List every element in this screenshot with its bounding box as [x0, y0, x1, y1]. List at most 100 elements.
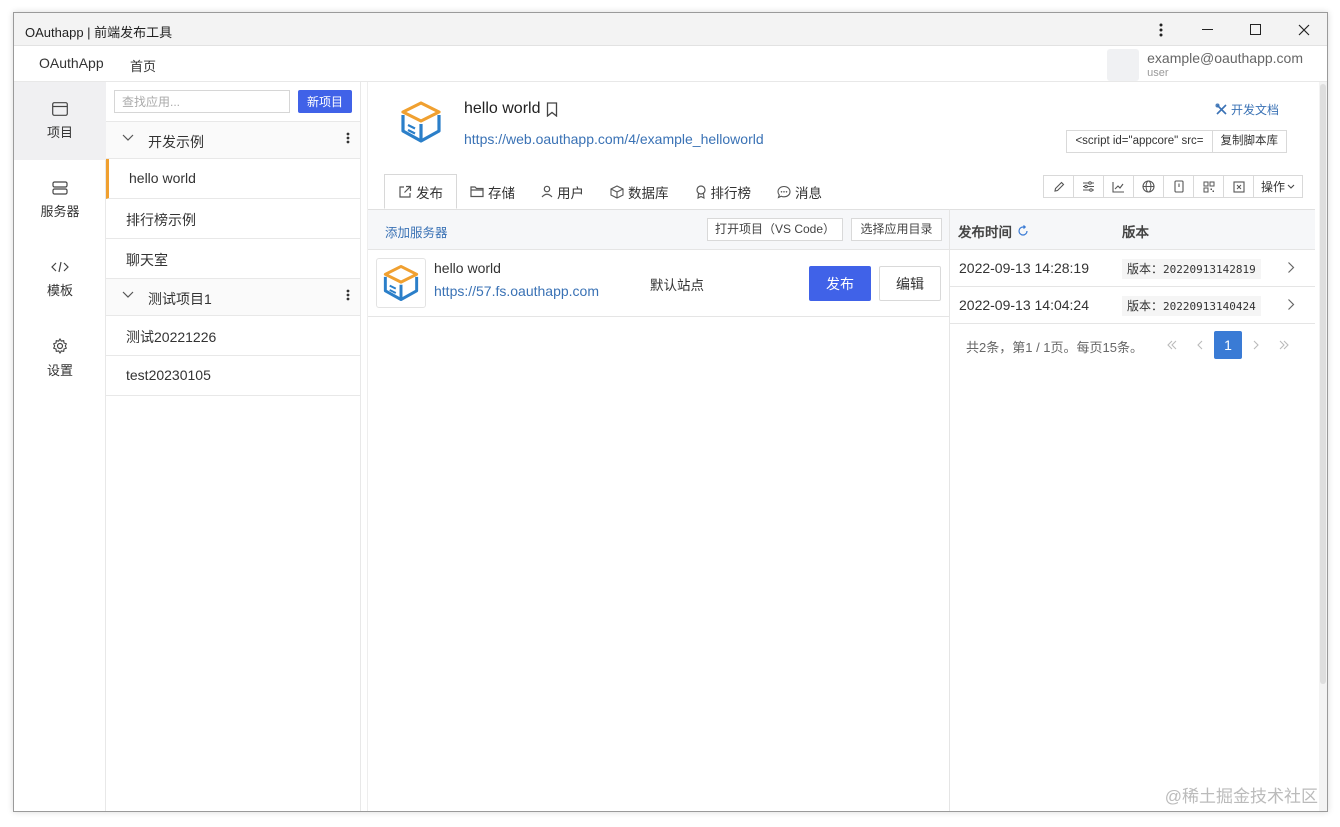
tab-messages-label: 消息 — [795, 185, 822, 201]
prev-page-icon[interactable] — [1186, 331, 1214, 359]
col-publish-time-label: 发布时间 — [958, 225, 1012, 240]
open-vscode-button[interactable]: 打开项目（VS Code） — [707, 218, 843, 241]
app-header: hello world https://web.oauthapp.com/4/e… — [368, 82, 1327, 174]
operations-dropdown[interactable]: 操作 — [1254, 176, 1302, 197]
scrollbar-thumb[interactable] — [1320, 84, 1326, 684]
edit-button[interactable]: 编辑 — [879, 266, 941, 301]
group-menu-icon[interactable] — [346, 131, 350, 148]
nav-projects-label: 项目 — [46, 124, 73, 140]
project-item-label: 测试20221226 — [126, 329, 217, 345]
mobile-icon[interactable] — [1164, 176, 1194, 197]
tab-users[interactable]: 用户 — [528, 174, 597, 209]
project-search-input[interactable] — [114, 90, 290, 113]
nav-servers[interactable]: 服务器 — [14, 161, 106, 239]
tab-storage[interactable]: 存储 — [457, 174, 528, 209]
tab-database[interactable]: 数据库 — [597, 174, 682, 209]
tab-publish[interactable]: 发布 — [384, 174, 457, 209]
box-logo-icon — [401, 101, 441, 143]
main-content: hello world https://web.oauthapp.com/4/e… — [367, 82, 1327, 811]
publish-button[interactable]: 发布 — [809, 266, 871, 301]
server-url-link[interactable]: https://57.fs.oauthapp.com — [434, 283, 599, 299]
avatar — [1107, 49, 1140, 81]
next-page-icon[interactable] — [1242, 331, 1270, 359]
table-row[interactable]: 2022-09-13 14:28:19 版本：20220913142819 — [950, 250, 1315, 287]
pagination-info: 共2条，第1 / 1页。每页15条。 — [966, 340, 1143, 355]
chevron-right-icon[interactable] — [1287, 261, 1295, 274]
line-chart-icon[interactable] — [1104, 176, 1134, 197]
first-page-icon[interactable] — [1158, 331, 1186, 359]
edit-pencil-icon[interactable] — [1044, 176, 1074, 197]
project-item-label: hello world — [129, 170, 196, 186]
app-url-link[interactable]: https://web.oauthapp.com/4/example_hello… — [464, 131, 764, 147]
scrollbar[interactable] — [1319, 82, 1327, 811]
tab-leaderboard[interactable]: 排行榜 — [682, 174, 765, 209]
operations-label: 操作 — [1260, 180, 1285, 194]
bookmark-icon[interactable] — [546, 101, 558, 117]
page-number-current[interactable]: 1 — [1214, 331, 1242, 359]
col-version: 版本 — [1122, 225, 1149, 240]
chat-icon — [777, 185, 791, 199]
version-pane: 发布时间 版本 2022-09-13 14:28:19 版本：202209131… — [950, 209, 1315, 811]
home-link[interactable]: 首页 — [130, 56, 156, 75]
tab-storage-label: 存储 — [488, 185, 515, 201]
add-server-link[interactable]: 添加服务器 — [385, 222, 448, 241]
app-name: hello world — [464, 100, 541, 117]
last-page-icon[interactable] — [1270, 331, 1298, 359]
qrcode-icon[interactable] — [1194, 176, 1224, 197]
project-item[interactable]: 测试20221226 — [106, 316, 360, 356]
script-code[interactable]: <script id="appcore" src= — [1067, 131, 1213, 152]
project-item[interactable]: 聊天室 — [106, 239, 360, 279]
project-item[interactable]: test20230105 — [106, 356, 360, 396]
refresh-icon[interactable] — [1017, 225, 1029, 237]
project-group-name: 开发示例 — [148, 134, 204, 150]
project-item[interactable]: hello world — [106, 159, 360, 199]
project-item[interactable]: 排行榜示例 — [106, 199, 360, 239]
version-prefix: 版本： — [1127, 262, 1164, 276]
chevron-right-icon[interactable] — [1287, 298, 1295, 311]
project-list-panel: 新项目 开发示例 hello world 排行榜示例 聊天室 测试项目1 测试2… — [106, 82, 361, 811]
chevron-down-icon — [1287, 184, 1295, 189]
globe-icon[interactable] — [1134, 176, 1164, 197]
gear-icon — [52, 337, 68, 354]
group-menu-icon[interactable] — [346, 288, 350, 305]
app-brand[interactable]: OAuthApp — [39, 55, 104, 71]
project-group[interactable]: 开发示例 — [106, 122, 360, 159]
app-window: OAuthapp | 前端发布工具 OAuthApp 首页 example@oa… — [13, 12, 1328, 812]
project-item-label: 聊天室 — [126, 252, 168, 268]
chevron-down-icon — [122, 291, 134, 298]
project-search-row: 新项目 — [106, 82, 360, 122]
server-site: 默认站点 — [650, 278, 704, 293]
user-icon — [541, 185, 553, 198]
project-group[interactable]: 测试项目1 — [106, 279, 360, 316]
tab-messages[interactable]: 消息 — [764, 174, 835, 209]
dev-docs-label: 开发文档 — [1230, 103, 1279, 117]
tab-publish-label: 发布 — [416, 185, 443, 201]
tools-icon — [1215, 103, 1227, 115]
nav-templates[interactable]: 模板 — [14, 240, 106, 318]
server-icon — [52, 180, 68, 195]
user-menu[interactable]: example@oauthapp.com user — [1107, 48, 1303, 82]
nav-projects[interactable]: 项目 — [14, 82, 106, 160]
screen-icon[interactable] — [1224, 176, 1254, 197]
minimize-icon[interactable] — [1185, 13, 1231, 46]
version-table-header: 发布时间 版本 — [950, 210, 1315, 250]
title-bar: OAuthapp | 前端发布工具 — [14, 13, 1327, 46]
maximize-icon[interactable] — [1233, 13, 1279, 46]
user-email: example@oauthapp.com — [1147, 50, 1303, 66]
table-row[interactable]: 2022-09-13 14:04:24 版本：20220913140424 — [950, 287, 1315, 324]
nav-settings[interactable]: 设置 — [14, 319, 106, 397]
version-number: 20220913142819 — [1163, 263, 1256, 276]
window-title: OAuthapp | 前端发布工具 — [25, 25, 173, 40]
more-menu-icon[interactable] — [1138, 13, 1184, 46]
cube-icon — [610, 184, 624, 199]
server-row: hello world https://57.fs.oauthapp.com 默… — [368, 250, 949, 317]
publish-time: 2022-09-13 14:04:24 — [959, 297, 1089, 313]
version-prefix: 版本： — [1127, 299, 1164, 313]
copy-script-button[interactable]: 复制脚本库 — [1213, 131, 1287, 152]
server-logo — [376, 258, 426, 308]
select-dir-button[interactable]: 选择应用目录 — [851, 218, 942, 241]
new-project-button[interactable]: 新项目 — [298, 90, 352, 113]
dev-docs-link[interactable]: 开发文档 — [1215, 101, 1279, 118]
sliders-icon[interactable] — [1074, 176, 1104, 197]
close-icon[interactable] — [1281, 13, 1327, 46]
